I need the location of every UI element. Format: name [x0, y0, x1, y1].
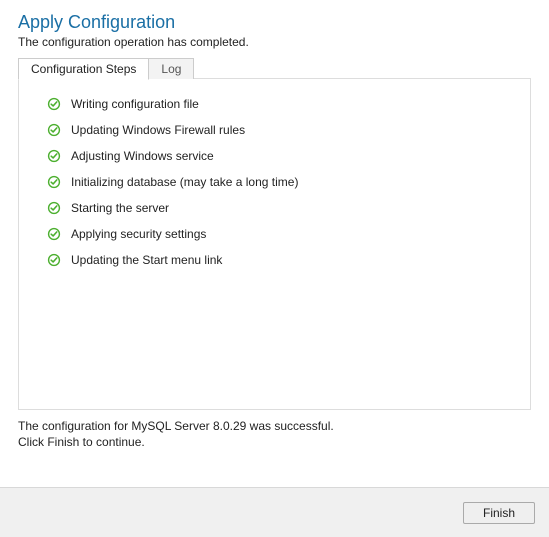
finish-button[interactable]: Finish: [463, 502, 535, 524]
step-label: Updating Windows Firewall rules: [71, 123, 245, 137]
step-row: Adjusting Windows service: [47, 149, 514, 163]
tabs: Configuration Steps Log: [18, 57, 531, 79]
check-icon: [47, 253, 61, 267]
status-line-2: Click Finish to continue.: [18, 435, 145, 449]
check-icon: [47, 149, 61, 163]
check-icon: [47, 123, 61, 137]
step-label: Applying security settings: [71, 227, 206, 241]
check-icon: [47, 201, 61, 215]
step-row: Updating Windows Firewall rules: [47, 123, 514, 137]
page-title: Apply Configuration: [18, 12, 531, 33]
step-row: Updating the Start menu link: [47, 253, 514, 267]
steps-panel: Writing configuration file Updating Wind…: [18, 78, 531, 410]
step-label: Updating the Start menu link: [71, 253, 222, 267]
check-icon: [47, 227, 61, 241]
page-subtitle: The configuration operation has complete…: [18, 35, 531, 49]
status-message: The configuration for MySQL Server 8.0.2…: [18, 418, 531, 450]
tab-log[interactable]: Log: [148, 58, 194, 79]
step-label: Writing configuration file: [71, 97, 199, 111]
step-row: Applying security settings: [47, 227, 514, 241]
step-row: Starting the server: [47, 201, 514, 215]
footer-bar: Finish: [0, 487, 549, 537]
step-label: Initializing database (may take a long t…: [71, 175, 298, 189]
step-label: Adjusting Windows service: [71, 149, 214, 163]
tab-configuration-steps[interactable]: Configuration Steps: [18, 58, 149, 80]
step-label: Starting the server: [71, 201, 169, 215]
check-icon: [47, 97, 61, 111]
step-row: Initializing database (may take a long t…: [47, 175, 514, 189]
status-line-1: The configuration for MySQL Server 8.0.2…: [18, 419, 334, 433]
step-row: Writing configuration file: [47, 97, 514, 111]
check-icon: [47, 175, 61, 189]
